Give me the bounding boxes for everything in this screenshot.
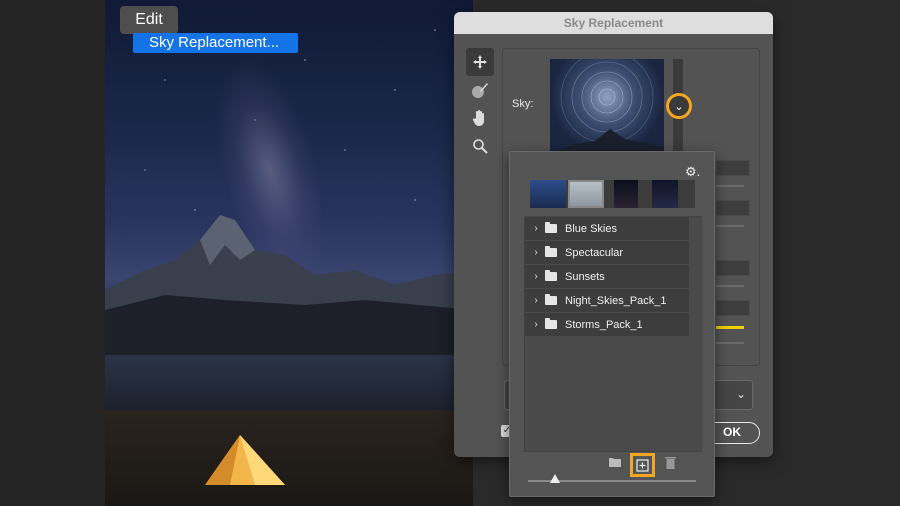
sky-dropdown-button[interactable]: ⌄ bbox=[666, 93, 692, 119]
settings-field[interactable] bbox=[716, 160, 750, 176]
gear-icon[interactable]: ⚙. bbox=[685, 164, 700, 180]
folder-label: Night_Skies_Pack_1 bbox=[565, 294, 667, 307]
new-group-folder-icon[interactable] bbox=[608, 456, 622, 471]
star-trails bbox=[550, 59, 664, 154]
recent-skies bbox=[530, 180, 695, 208]
sky-thumbnail[interactable] bbox=[652, 180, 678, 208]
hand-icon bbox=[472, 110, 484, 126]
move-tool[interactable] bbox=[466, 48, 494, 76]
sky-folder-list: › Blue Skies › Spectacular › Sunsets › N… bbox=[524, 216, 702, 452]
folder-row[interactable]: › Night_Skies_Pack_1 bbox=[525, 289, 689, 313]
folder-row[interactable]: › Blue Skies bbox=[525, 217, 689, 241]
trash-icon[interactable] bbox=[665, 456, 676, 472]
folder-icon bbox=[545, 222, 557, 233]
settings-field[interactable] bbox=[716, 300, 750, 316]
chevron-right-icon[interactable]: › bbox=[529, 247, 543, 258]
zoom-icon bbox=[473, 139, 488, 154]
sky-thumbnail[interactable] bbox=[614, 180, 638, 208]
settings-slider[interactable] bbox=[716, 185, 744, 187]
color-adjust-slider[interactable] bbox=[716, 326, 744, 329]
folder-row[interactable]: › Spectacular bbox=[525, 241, 689, 265]
lake bbox=[105, 355, 473, 415]
sky-brush-icon bbox=[472, 83, 488, 98]
tent bbox=[205, 435, 285, 485]
add-sky-button[interactable] bbox=[630, 453, 655, 477]
folder-row[interactable]: › Sunsets bbox=[525, 265, 689, 289]
sky-picker-footer bbox=[510, 452, 714, 496]
chevron-right-icon[interactable]: › bbox=[529, 319, 543, 330]
chevron-right-icon[interactable]: › bbox=[529, 223, 543, 234]
left-background bbox=[0, 0, 105, 506]
sky-replacement-menu-item[interactable]: Sky Replacement... bbox=[133, 33, 298, 53]
folder-icon bbox=[545, 318, 557, 329]
add-icon bbox=[636, 458, 649, 472]
folder-label: Blue Skies bbox=[565, 222, 617, 235]
night-sky-photo bbox=[105, 0, 473, 506]
move-icon bbox=[473, 55, 487, 69]
settings-field[interactable] bbox=[716, 200, 750, 216]
chevron-right-icon[interactable]: › bbox=[529, 295, 543, 306]
right-background bbox=[800, 0, 900, 506]
sky-thumbnail[interactable] bbox=[568, 180, 604, 208]
tool-bar bbox=[466, 48, 494, 160]
slider-thumb[interactable] bbox=[550, 474, 560, 483]
settings-slider[interactable] bbox=[716, 342, 744, 344]
settings-slider[interactable] bbox=[716, 285, 744, 287]
chevron-right-icon[interactable]: › bbox=[529, 271, 543, 282]
folder-row[interactable]: › Storms_Pack_1 bbox=[525, 313, 689, 337]
dialog-title: Sky Replacement bbox=[454, 12, 773, 34]
hand-tool[interactable] bbox=[466, 104, 494, 132]
chevron-down-icon: ⌄ bbox=[674, 100, 684, 113]
edit-menu-button[interactable]: Edit bbox=[120, 6, 178, 34]
mountain bbox=[105, 215, 473, 360]
chevron-down-icon: ⌄ bbox=[735, 387, 746, 401]
sky-label: Sky: bbox=[512, 98, 534, 110]
folder-label: Sunsets bbox=[565, 270, 605, 283]
sky-brush-tool[interactable] bbox=[466, 76, 494, 104]
zoom-tool[interactable] bbox=[466, 132, 494, 160]
folder-icon bbox=[545, 270, 557, 281]
folder-label: Storms_Pack_1 bbox=[565, 318, 643, 331]
folder-label: Spectacular bbox=[565, 246, 624, 259]
sky-preview-thumbnail[interactable] bbox=[550, 59, 664, 154]
settings-slider[interactable] bbox=[716, 225, 744, 227]
folder-icon bbox=[545, 294, 557, 305]
sky-picker-popup: ⚙. › Blue Skies › Spectacular › Sunsets … bbox=[509, 151, 715, 497]
sky-thumbnail[interactable] bbox=[530, 180, 566, 208]
settings-field[interactable] bbox=[716, 260, 750, 276]
folder-icon bbox=[545, 246, 557, 257]
